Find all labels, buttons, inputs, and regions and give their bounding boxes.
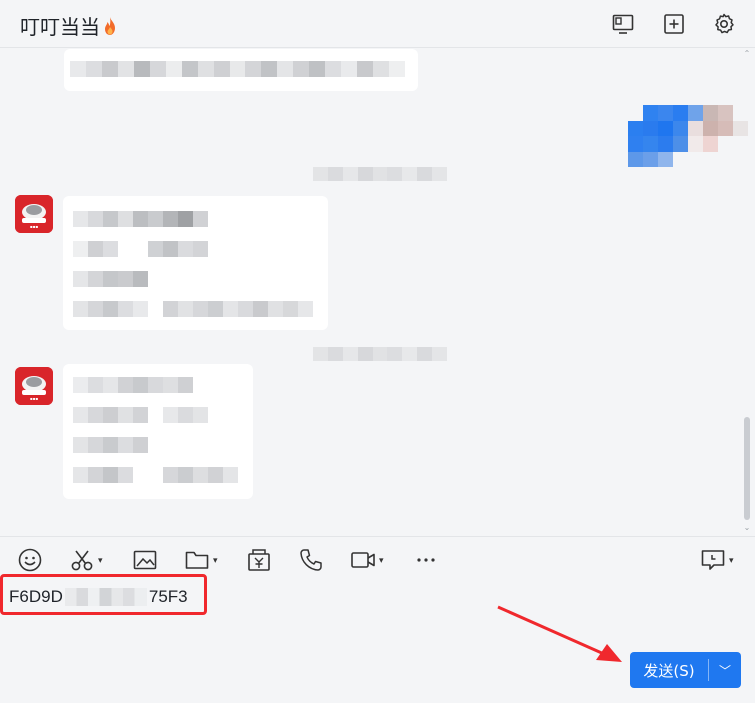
- redacted-text: [73, 437, 148, 453]
- message-list[interactable]: ▪▪▪ ▪▪▪ ⌃ ⌄: [0, 49, 755, 536]
- redacted-text: [73, 271, 148, 287]
- chevron-down-icon[interactable]: ▾: [729, 555, 734, 566]
- message-menu-icon[interactable]: ▾: [700, 547, 734, 573]
- send-button-label: 发送(S): [643, 661, 695, 680]
- video-icon[interactable]: ▾: [350, 547, 384, 573]
- chevron-down-icon[interactable]: ▾: [98, 555, 103, 566]
- scissors-icon[interactable]: ▾: [69, 547, 103, 573]
- red-packet-icon[interactable]: [246, 547, 272, 573]
- folder-icon[interactable]: ▾: [184, 547, 218, 573]
- outgoing-message: [628, 105, 748, 167]
- redacted-text: [73, 377, 193, 393]
- annotation-arrow-icon: [497, 605, 622, 662]
- send-button[interactable]: 发送(S) ﹀: [630, 652, 741, 688]
- chevron-down-icon[interactable]: ▾: [213, 555, 218, 566]
- svg-text:▪▪▪: ▪▪▪: [30, 396, 38, 401]
- scroll-thumb[interactable]: [744, 417, 750, 520]
- timestamp: [313, 167, 447, 181]
- scrollbar[interactable]: ⌃ ⌄: [742, 49, 752, 536]
- flame-icon: [102, 16, 118, 36]
- scroll-up-icon[interactable]: ⌃: [742, 49, 752, 59]
- more-icon[interactable]: [413, 547, 439, 573]
- chat-title-text: 叮叮当当: [20, 15, 100, 39]
- chat-title: 叮叮当当: [20, 11, 118, 40]
- add-box-icon[interactable]: [662, 12, 686, 36]
- phone-icon[interactable]: [298, 547, 324, 573]
- timestamp: [313, 347, 447, 361]
- svg-text:▪▪▪: ▪▪▪: [30, 224, 38, 229]
- settings-gear-icon[interactable]: [712, 12, 736, 36]
- redacted-text: [73, 301, 313, 317]
- chevron-down-icon[interactable]: ▾: [379, 555, 384, 566]
- scroll-down-icon[interactable]: ⌄: [742, 523, 752, 533]
- redacted-text: [73, 407, 208, 423]
- redacted-text: [73, 467, 238, 483]
- avatar[interactable]: ▪▪▪: [15, 367, 53, 405]
- screen-share-icon[interactable]: [611, 12, 635, 36]
- send-options-chevron-icon[interactable]: ﹀: [709, 662, 741, 679]
- avatar[interactable]: ▪▪▪: [15, 195, 53, 233]
- redacted-text: [70, 61, 405, 77]
- redacted-text: [73, 241, 208, 257]
- image-icon[interactable]: [132, 547, 158, 573]
- chat-header: 叮叮当当: [0, 0, 755, 48]
- annotation-highlight-box: [0, 574, 207, 615]
- redacted-text: [73, 211, 208, 227]
- emoji-icon[interactable]: [17, 547, 43, 573]
